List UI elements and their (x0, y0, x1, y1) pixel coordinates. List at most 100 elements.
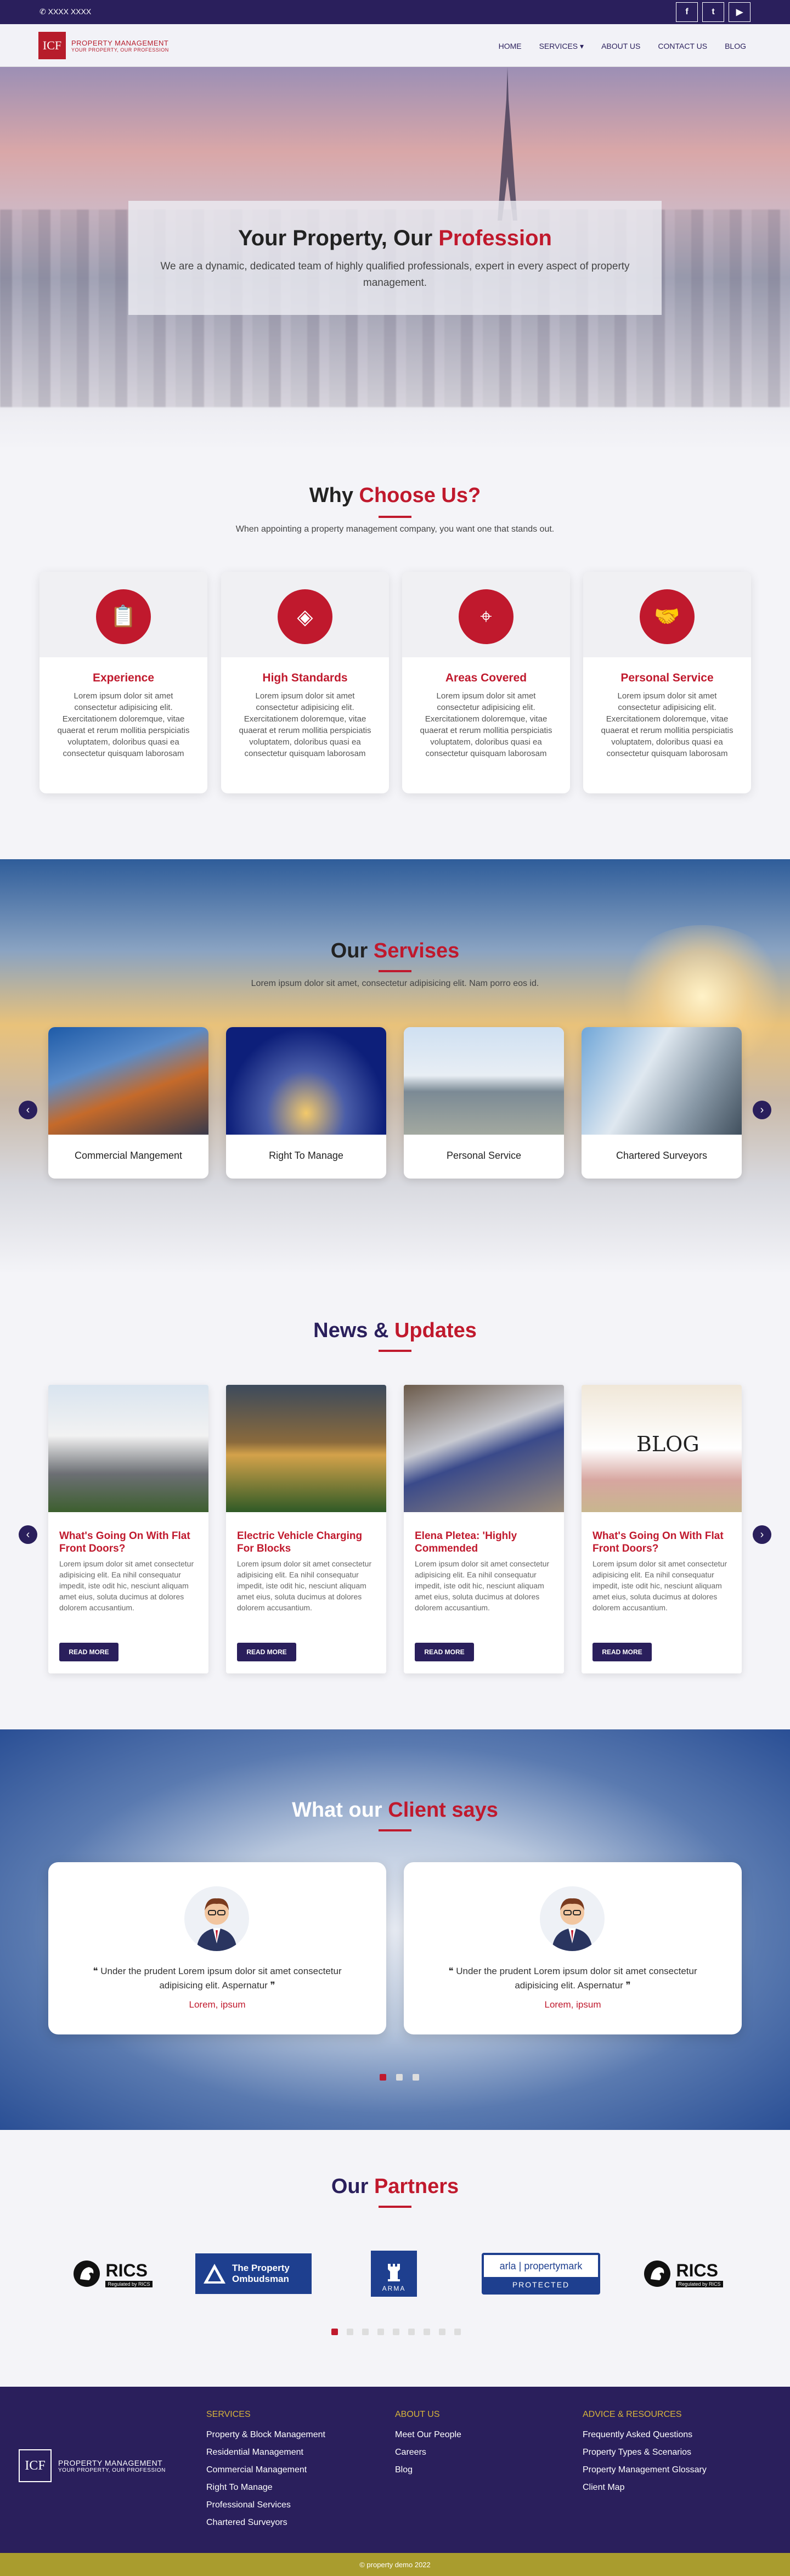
testimonial-name: Lorem, ipsum (544, 1999, 601, 2010)
carousel-dot[interactable] (424, 2329, 430, 2335)
partner-logo-arla[interactable]: arla | propertymark PROTECTED (482, 2252, 600, 2296)
partner-logo-rics[interactable]: RICS Regulated by RICS (631, 2252, 735, 2296)
footer-link[interactable]: Property Types & Scenarios (583, 2444, 707, 2461)
footer-link[interactable]: Meet Our People (395, 2426, 461, 2444)
news-title: News & Updates (313, 1319, 477, 1342)
feature-card: 🤝 Personal Service Lorem ipsum dolor sit… (583, 572, 751, 793)
news-next-arrow[interactable]: › (753, 1525, 771, 1544)
facebook-icon[interactable]: f (676, 2, 698, 22)
carousel-dot[interactable] (362, 2329, 369, 2335)
footer-heading: ABOUT US (395, 2410, 440, 2419)
footer-link[interactable]: Chartered Surveyors (206, 2514, 325, 2532)
footer-link[interactable]: Commercial Management (206, 2461, 325, 2479)
carousel-dot[interactable] (377, 2329, 384, 2335)
hero-section: Your Property, Our Profession We are a d… (0, 67, 790, 451)
news-image: BLOG (582, 1385, 742, 1512)
service-card[interactable]: Right To Manage (226, 1027, 386, 1179)
news-title[interactable]: What's Going On With Flat Front Doors? (48, 1530, 208, 1555)
footer-link[interactable]: Careers (395, 2444, 461, 2461)
footer-about-column: ABOUT US Meet Our People Careers Blog (395, 2410, 461, 2479)
partner-logo-arma[interactable]: ARMA (371, 2251, 417, 2297)
carousel-dot[interactable] (408, 2329, 415, 2335)
news-title[interactable]: What's Going On With Flat Front Doors? (582, 1530, 742, 1555)
blog-image-text: BLOG (636, 1432, 699, 1456)
main-navbar: ICF PROPERTY MANAGEMENT YOUR PROPERTY, O… (0, 24, 790, 67)
feature-text: Lorem ipsum dolor sit amet consectetur a… (57, 691, 190, 758)
news-text: Lorem ipsum dolor sit amet consectetur a… (592, 1559, 727, 1612)
footer-logo[interactable]: ICF PROPERTY MANAGEMENT YOUR PROPERTY, O… (19, 2449, 166, 2482)
news-title[interactable]: Electric Vehicle Charging For Blocks (226, 1530, 386, 1555)
news-prev-arrow[interactable]: ‹ (19, 1525, 37, 1544)
news-text: Lorem ipsum dolor sit amet consectetur a… (237, 1559, 372, 1612)
services-next-arrow[interactable]: › (753, 1101, 771, 1119)
chess-rook-icon (388, 2264, 400, 2281)
footer-link[interactable]: Blog (395, 2461, 461, 2479)
partner-logo-ombudsman[interactable]: The Property Ombudsman (195, 2252, 312, 2296)
carousel-dot-active[interactable] (331, 2329, 338, 2335)
service-label: Commercial Mangement (74, 1150, 183, 1161)
footer-services-column: SERVICES Property & Block Management Res… (206, 2410, 325, 2532)
footer-link[interactable]: Right To Manage (206, 2479, 325, 2496)
services-title: Our Servises (330, 939, 460, 962)
carousel-dot[interactable] (347, 2329, 353, 2335)
services-subtitle: Lorem ipsum dolor sit amet, consectetur … (251, 979, 539, 988)
footer-heading: SERVICES (206, 2410, 251, 2419)
partner-logo-rics[interactable]: RICS Regulated by RICS (60, 2252, 165, 2296)
service-card[interactable]: Commercial Mangement (48, 1027, 208, 1179)
service-image (404, 1027, 564, 1135)
site-logo[interactable]: ICF PROPERTY MANAGEMENT YOUR PROPERTY, O… (38, 32, 169, 59)
carousel-dot-active[interactable] (380, 2074, 386, 2081)
footer-link[interactable]: Client Map (583, 2479, 707, 2496)
why-title: Why Choose Us? (309, 484, 481, 507)
news-image (226, 1385, 386, 1512)
carousel-dot[interactable] (396, 2074, 403, 2081)
feature-title: Personal Service (620, 672, 714, 684)
news-title[interactable]: Elena Pletea: 'Highly Commended (404, 1530, 564, 1555)
feature-title: Areas Covered (445, 672, 527, 684)
service-label: Right To Manage (269, 1150, 343, 1161)
news-card: Elena Pletea: 'Highly Commended Lorem ip… (404, 1385, 564, 1673)
news-image (404, 1385, 564, 1512)
footer-heading: ADVICE & RESOURCES (583, 2410, 682, 2419)
hero-box: Your Property, Our Profession We are a d… (128, 201, 662, 315)
nav-about-us[interactable]: ABOUT US (601, 42, 640, 51)
footer-link[interactable]: Property Management Glossary (583, 2461, 707, 2479)
service-label: Personal Service (446, 1150, 522, 1161)
nav-services[interactable]: SERVICES ▾ (539, 42, 584, 51)
title-underline (379, 516, 411, 518)
eiffel-tower-image (498, 67, 517, 221)
youtube-icon[interactable]: ▶ (729, 2, 751, 22)
read-more-button[interactable]: READ MORE (592, 1643, 652, 1661)
services-prev-arrow[interactable]: ‹ (19, 1101, 37, 1119)
diamond-icon: ◈ (278, 589, 332, 644)
footer-logo-mark: ICF (19, 2449, 52, 2482)
footer-link[interactable]: Residential Management (206, 2444, 325, 2461)
handshake-icon: 🤝 (640, 589, 695, 644)
nav-home[interactable]: HOME (499, 42, 522, 51)
carousel-dot[interactable] (454, 2329, 461, 2335)
location-pin-icon: ⌖ (459, 589, 514, 644)
carousel-dot[interactable] (413, 2074, 419, 2081)
footer-link[interactable]: Frequently Asked Questions (583, 2426, 707, 2444)
service-card[interactable]: Personal Service (404, 1027, 564, 1179)
title-underline (379, 1350, 411, 1352)
nav-blog[interactable]: BLOG (725, 42, 746, 51)
carousel-dot[interactable] (393, 2329, 399, 2335)
nav-contact-us[interactable]: CONTACT US (658, 42, 707, 51)
twitter-icon[interactable]: t (702, 2, 724, 22)
service-card[interactable]: Chartered Surveyors (582, 1027, 742, 1179)
news-card: Electric Vehicle Charging For Blocks Lor… (226, 1385, 386, 1673)
read-more-button[interactable]: READ MORE (415, 1643, 474, 1661)
partners-title: Our Partners (331, 2175, 459, 2198)
phone-number[interactable]: ✆ XXXX XXXX (40, 7, 91, 16)
carousel-dot[interactable] (439, 2329, 445, 2335)
read-more-button[interactable]: READ MORE (237, 1643, 296, 1661)
footer-link[interactable]: Professional Services (206, 2496, 325, 2514)
feature-title: Experience (92, 672, 155, 684)
footer-link[interactable]: Property & Block Management (206, 2426, 325, 2444)
read-more-button[interactable]: READ MORE (59, 1643, 119, 1661)
feature-card: ◈ High Standards Lorem ipsum dolor sit a… (221, 572, 389, 793)
top-bar: ✆ XXXX XXXX f t ▶ (0, 0, 790, 24)
lion-crest-icon (74, 2261, 100, 2287)
hero-text: We are a dynamic, dedicated team of high… (160, 261, 630, 289)
